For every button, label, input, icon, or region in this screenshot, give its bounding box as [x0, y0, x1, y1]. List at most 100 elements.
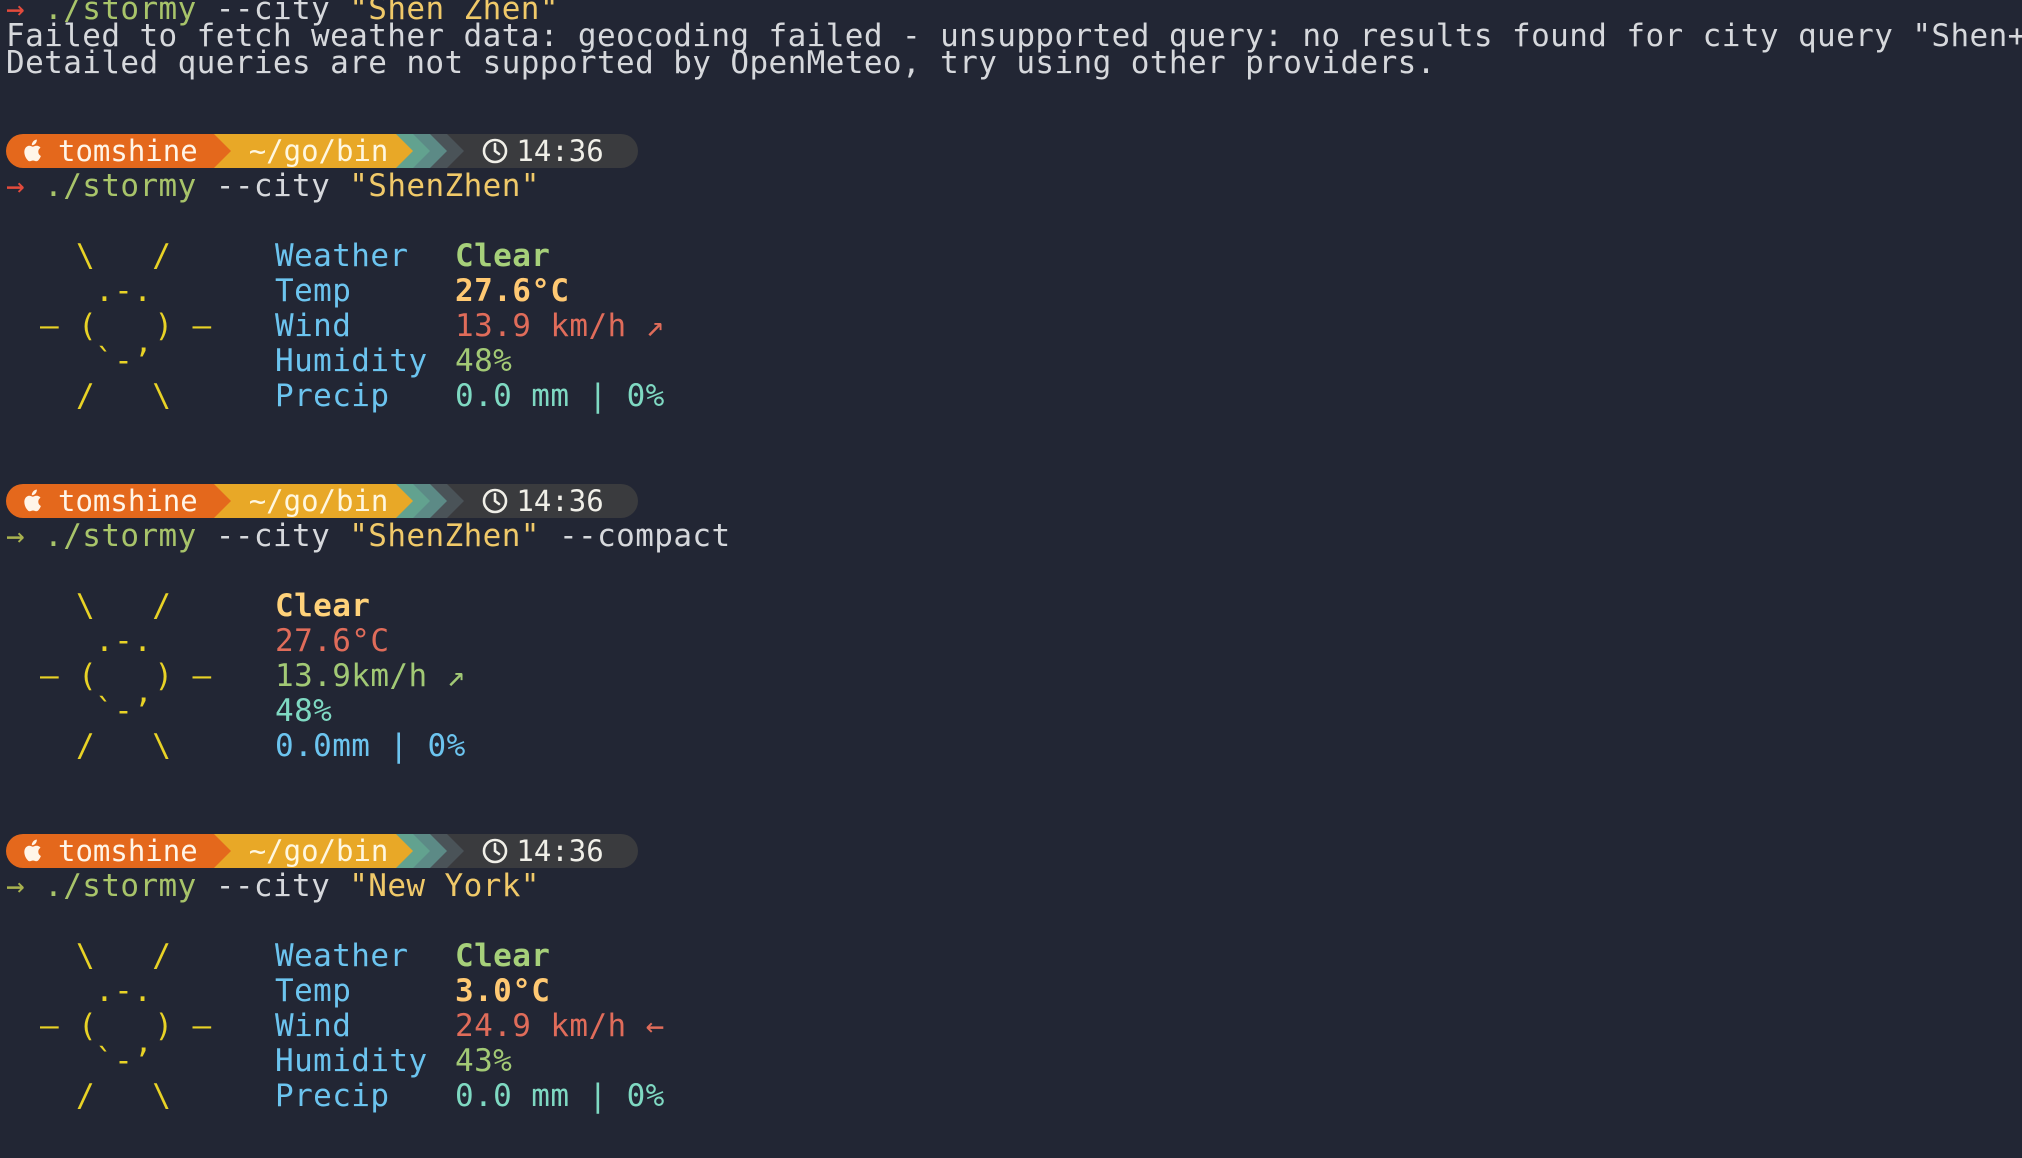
- wind-label: Wind: [275, 308, 352, 344]
- segment-separator: [447, 484, 465, 518]
- temp-label: Temp: [275, 973, 352, 1009]
- prompt-arrow: →: [6, 518, 26, 554]
- prompt-user-segment: tomshine: [6, 834, 214, 868]
- command-line: → ./stormy --city "ShenZhen": [6, 169, 540, 204]
- command-line: → ./stormy --city "New York": [6, 869, 540, 904]
- prompt-user-segment: tomshine: [6, 484, 214, 518]
- sun-art-line: .-.: [76, 273, 153, 309]
- temp-value: 27.6°C: [275, 623, 390, 659]
- weather-label: Weather: [275, 938, 409, 974]
- sun-art-line: ‒ ( ) ‒: [40, 1008, 212, 1044]
- command-line: → ./stormy --city "ShenZhen" --compact: [6, 519, 731, 554]
- sun-art-line: `-’: [76, 343, 153, 379]
- prompt-username: tomshine: [58, 484, 198, 518]
- precip-value: 0.0mm | 0%: [275, 728, 466, 764]
- prompt-user-segment: tomshine: [6, 134, 214, 168]
- prompt-path: ~/go/bin: [248, 484, 389, 518]
- sun-art-line: ‒ ( ) ‒: [40, 658, 212, 694]
- precip-value: 0.0 mm | 0%: [455, 1078, 665, 1114]
- command-binary: ./stormy: [44, 868, 197, 904]
- command-argument: "ShenZhen": [349, 168, 540, 204]
- prompt-path-segment: ~/go/bin: [230, 484, 397, 518]
- prompt-username: tomshine: [58, 134, 198, 168]
- apple-icon: [24, 839, 41, 862]
- sun-art-line: \ /: [76, 588, 172, 624]
- humidity-value: 48%: [455, 343, 513, 379]
- command-flag: --city: [215, 518, 331, 554]
- clock-icon: [483, 838, 508, 864]
- wind-value: 24.9 km/h ←: [455, 1008, 665, 1044]
- segment-separator: [430, 834, 448, 868]
- prompt-path-segment: ~/go/bin: [230, 834, 397, 868]
- segment-separator: [213, 484, 231, 518]
- sun-art-line: / \: [76, 1078, 172, 1114]
- temp-value: 27.6°C: [455, 273, 570, 309]
- segment-separator: [396, 134, 414, 168]
- segment-separator: [447, 834, 465, 868]
- weather-label: Weather: [275, 238, 409, 274]
- humidity-label: Humidity: [275, 1043, 428, 1079]
- prompt-bar: tomshine ~/go/bin 14:36: [6, 134, 638, 168]
- sun-art-line: \ /: [76, 938, 172, 974]
- prompt-bar: tomshine ~/go/bin 14:36: [6, 834, 638, 868]
- wind-value: 13.9km/h ↗: [275, 658, 466, 694]
- apple-icon: [24, 489, 41, 512]
- humidity-value: 43%: [455, 1043, 513, 1079]
- temp-value: 3.0°C: [455, 973, 551, 1009]
- prompt-username: tomshine: [58, 834, 198, 868]
- segment-separator: [396, 834, 414, 868]
- precip-value: 0.0 mm | 0%: [455, 378, 665, 414]
- segment-separator: [413, 134, 431, 168]
- sun-art-line: `-’: [76, 1043, 153, 1079]
- command-argument: "New York": [349, 868, 540, 904]
- apple-icon: [24, 139, 41, 162]
- terminal-window[interactable]: → ./stormy --city "Shen Zhen" Failed to …: [0, 0, 2022, 1158]
- precip-label: Precip: [275, 1078, 390, 1114]
- humidity-label: Humidity: [275, 343, 428, 379]
- prompt-time: 14:36: [516, 134, 604, 168]
- command-binary: ./stormy: [44, 518, 197, 554]
- humidity-value: 48%: [275, 693, 333, 729]
- command-flag: --city: [215, 868, 331, 904]
- sun-art-line: \ /: [76, 238, 172, 274]
- prompt-time-segment: 14:36: [464, 134, 638, 168]
- prompt-path-segment: ~/go/bin: [230, 134, 397, 168]
- sun-art-line: `-’: [76, 693, 153, 729]
- prompt-time: 14:36: [516, 484, 604, 518]
- weather-value: Clear: [455, 238, 551, 274]
- prompt-arrow: →: [6, 168, 26, 204]
- command-binary: ./stormy: [44, 168, 197, 204]
- precip-label: Precip: [275, 378, 390, 414]
- wind-label: Wind: [275, 1008, 352, 1044]
- segment-separator: [447, 134, 465, 168]
- command-flag: --compact: [558, 518, 731, 554]
- prompt-time-segment: 14:36: [464, 484, 638, 518]
- prompt-time: 14:36: [516, 834, 604, 868]
- prompt-bar: tomshine ~/go/bin 14:36: [6, 484, 638, 518]
- command-flag: --city: [215, 168, 331, 204]
- segment-separator: [430, 134, 448, 168]
- clock-icon: [483, 488, 508, 514]
- segment-separator: [396, 484, 414, 518]
- prompt-time-segment: 14:36: [464, 834, 638, 868]
- weather-value: Clear: [275, 588, 371, 624]
- sun-art-line: .-.: [76, 973, 153, 1009]
- segment-separator: [213, 134, 231, 168]
- clock-icon: [483, 138, 508, 164]
- segment-separator: [413, 484, 431, 518]
- sun-art-line: .-.: [76, 623, 153, 659]
- temp-label: Temp: [275, 273, 352, 309]
- error-hint: Detailed queries are not supported by Op…: [6, 45, 1436, 81]
- prompt-path: ~/go/bin: [248, 834, 389, 868]
- segment-separator: [213, 834, 231, 868]
- sun-art-line: / \: [76, 728, 172, 764]
- weather-value: Clear: [455, 938, 551, 974]
- prompt-arrow: →: [6, 868, 26, 904]
- sun-art-line: ‒ ( ) ‒: [40, 308, 212, 344]
- command-argument: "ShenZhen": [349, 518, 540, 554]
- segment-separator: [413, 834, 431, 868]
- sun-art-line: / \: [76, 378, 172, 414]
- prompt-path: ~/go/bin: [248, 134, 389, 168]
- wind-value: 13.9 km/h ↗: [455, 308, 665, 344]
- segment-separator: [430, 484, 448, 518]
